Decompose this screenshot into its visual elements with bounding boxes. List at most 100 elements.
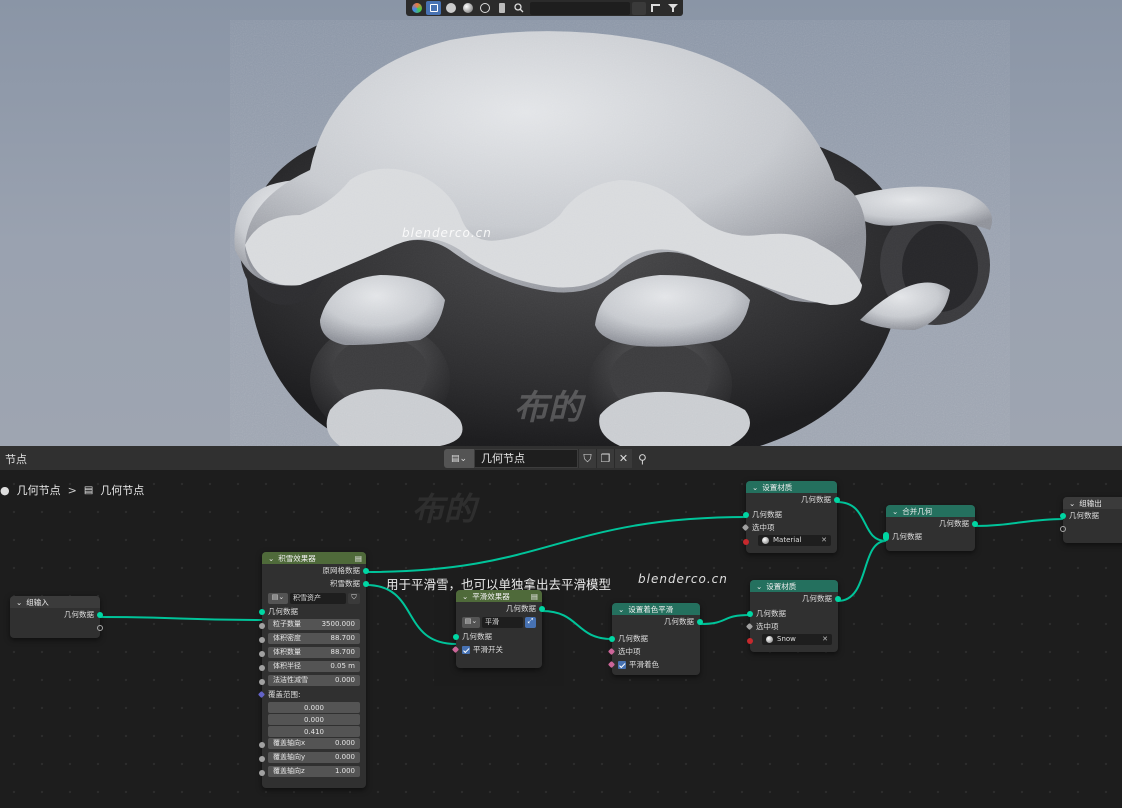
particle-count-field[interactable]: 粒子数量 3500.000 (268, 619, 360, 630)
material-socket[interactable] (743, 538, 749, 545)
collapse-chevron-icon[interactable]: ⌄ (618, 605, 624, 614)
axis-z-field[interactable]: 覆盖轴向z 1.000 (268, 766, 360, 777)
shield-icon[interactable]: ⛉ (348, 593, 360, 604)
geometry-socket[interactable] (363, 580, 369, 587)
normal-reduce-field[interactable]: 法洁性减雪 0.000 (268, 675, 360, 686)
volume-radius-field[interactable]: 体积半径 0.05 m (268, 661, 360, 672)
chevron-down-icon[interactable] (632, 1, 646, 15)
node-tree-icon[interactable]: ▤⌄ (268, 593, 288, 604)
brush-icon[interactable] (494, 1, 509, 15)
input-socket-row: 几何数据 (609, 632, 700, 645)
node-group-input[interactable]: ⌄ 组输入 几何数据 (10, 596, 103, 638)
collapse-chevron-icon[interactable]: ⌄ (268, 554, 274, 563)
link-snow-to-smooth (365, 584, 457, 645)
material-shading-icon[interactable] (460, 1, 475, 15)
edit-icon[interactable]: ⤢ (525, 617, 536, 628)
solid-shading-icon[interactable] (443, 1, 458, 15)
node-header[interactable]: ⌄ 设置材质 (750, 580, 838, 592)
node-header[interactable]: ⌄ 平滑效果器 ▤ (456, 590, 542, 602)
node-header[interactable]: ⌄ 设置着色平滑 (612, 603, 700, 615)
smooth-group-selector[interactable]: ▤⌄ 平滑 ⤢ (462, 617, 536, 628)
link-snow-mesh-to-material (365, 516, 749, 573)
volume-density-field[interactable]: 体积密度 88.700 (268, 633, 360, 644)
geometry-socket[interactable] (539, 605, 545, 612)
collapse-chevron-icon[interactable]: ⌄ (892, 507, 898, 516)
float-socket[interactable] (259, 770, 265, 776)
node-set-shade-smooth[interactable]: ⌄ 设置着色平滑 几何数据 几何数据 选中项 平滑着色 (607, 603, 703, 675)
input-socket-row: 几何数据 (259, 605, 366, 618)
collapse-chevron-icon[interactable]: ⌄ (1069, 499, 1075, 508)
geometry-socket[interactable] (835, 595, 841, 602)
close-icon[interactable]: ✕ (822, 633, 828, 646)
volume-count-field[interactable]: 体积数量 88.700 (268, 647, 360, 658)
material-selector[interactable]: Material ✕ (758, 535, 831, 546)
outliner-icon[interactable] (648, 1, 663, 15)
geometry-socket[interactable] (697, 618, 703, 625)
float-socket[interactable] (259, 623, 265, 629)
geometry-socket[interactable] (834, 496, 840, 503)
float-socket[interactable] (259, 665, 265, 671)
socket-label: 几何数据 (664, 617, 694, 626)
input-socket-row: Snow ✕ (747, 634, 838, 647)
float-socket[interactable] (259, 679, 265, 685)
cover-x-field[interactable]: 0.000 (268, 702, 360, 713)
socket-label: 覆盖范围: (268, 690, 301, 699)
node-smooth-effector[interactable]: ⌄ 平滑效果器 ▤ 几何数据 ▤⌄ 平滑 ⤢ 几何数据 平滑开关 (451, 590, 545, 668)
object-mode-icon[interactable] (426, 1, 441, 15)
search-icon[interactable] (511, 1, 526, 15)
node-group-output[interactable]: ⌄ 组输出 几何数据 (1060, 497, 1122, 543)
socket-label: 几何数据 (506, 604, 536, 613)
field-label: 粒子数量 (273, 620, 301, 628)
checkbox-checked-icon[interactable] (462, 646, 470, 654)
material-selector[interactable]: Snow ✕ (762, 634, 832, 645)
geometry-socket[interactable] (743, 511, 749, 518)
geometry-socket[interactable] (363, 567, 369, 574)
collapse-chevron-icon[interactable]: ⌄ (756, 582, 762, 591)
node-set-material-2[interactable]: ⌄ 设置材质 几何数据 几何数据 选中项 Snow ✕ (745, 580, 841, 652)
geometry-socket[interactable] (97, 611, 103, 618)
float-socket[interactable] (259, 637, 265, 643)
group-name-field[interactable]: 平滑 (482, 617, 523, 628)
float-socket[interactable] (259, 742, 265, 748)
close-icon[interactable]: ✕ (821, 534, 827, 547)
geometry-socket[interactable] (609, 635, 615, 642)
float-socket[interactable] (259, 651, 265, 657)
node-join-geometry[interactable]: ⌄ 合并几何 几何数据 几何数据 (883, 505, 978, 551)
asset-name-field[interactable]: 积雪资产 (290, 593, 346, 604)
node-header[interactable]: ⌄ 组输出 (1063, 497, 1122, 509)
checkbox-checked-icon[interactable] (618, 661, 626, 669)
3d-viewport[interactable]: blenderco.cn 布的 (0, 0, 1122, 446)
axis-y-field[interactable]: 覆盖轴向y 0.000 (268, 752, 360, 763)
asset-selector[interactable]: ▤⌄ 积雪资产 ⛉ (268, 593, 360, 604)
node-tree-icon[interactable]: ▤⌄ (462, 617, 480, 628)
viewport-watermark-en: blenderco.cn (402, 226, 492, 240)
geometry-socket[interactable] (453, 633, 459, 640)
empty-socket[interactable] (1060, 525, 1066, 532)
cover-z-field[interactable]: 0.410 (268, 726, 360, 737)
node-set-material-1[interactable]: ⌄ 设置材质 几何数据 几何数据 选中项 Material ✕ (741, 481, 840, 553)
material-socket[interactable] (747, 637, 753, 644)
collapse-chevron-icon[interactable]: ⌄ (16, 598, 22, 607)
geometry-socket[interactable] (747, 610, 753, 617)
node-header[interactable]: ⌄ 组输入 (10, 596, 100, 608)
render-shading-icon[interactable] (477, 1, 492, 15)
node-header[interactable]: ⌄ 设置材质 (746, 481, 837, 493)
collapse-chevron-icon[interactable]: ⌄ (752, 483, 758, 492)
node-header[interactable]: ⌄ 积雪效果器 ▤ (262, 552, 366, 564)
overlay-icon[interactable] (409, 1, 424, 15)
geometry-socket[interactable] (972, 520, 978, 527)
geometry-socket[interactable] (259, 608, 265, 615)
node-header[interactable]: ⌄ 合并几何 (886, 505, 975, 517)
axis-x-field[interactable]: 覆盖轴向x 0.000 (268, 738, 360, 749)
filter-icon[interactable] (665, 1, 680, 15)
geometry-node-editor[interactable]: 节点 ▤⌄ 几何节点 ⛉ ❐ ✕ ⚲ ● 几何节点 > ▤ 几何节点 布的 bl… (0, 446, 1122, 808)
material-sphere-icon (766, 636, 773, 643)
node-snow-effector[interactable]: ⌄ 积雪效果器 ▤ 原网格数据 积雪数据 ▤⌄ 积雪资产 ⛉ 几何数据 粒子数量… (257, 552, 369, 788)
multi-input-socket[interactable] (883, 532, 889, 541)
float-socket[interactable] (259, 756, 265, 762)
geometry-socket[interactable] (1060, 512, 1066, 519)
empty-socket[interactable] (97, 624, 103, 631)
viewport-search-input[interactable] (530, 1, 630, 15)
cover-y-field[interactable]: 0.000 (268, 714, 360, 725)
collapse-chevron-icon[interactable]: ⌄ (462, 592, 468, 601)
